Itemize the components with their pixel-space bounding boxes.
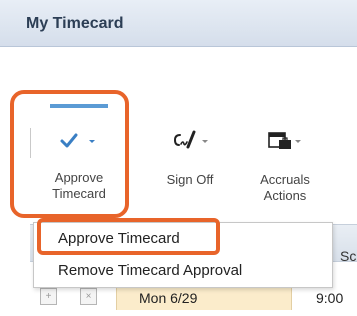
chevron-down-icon bbox=[202, 140, 208, 143]
window-title: My Timecard bbox=[26, 15, 124, 32]
active-indicator bbox=[50, 104, 108, 108]
add-row-button[interactable]: + bbox=[40, 288, 57, 305]
accruals-label-line1: Accruals bbox=[260, 172, 310, 187]
accruals-actions-label: Accruals Actions bbox=[245, 172, 325, 204]
accruals-label-line2: Actions bbox=[263, 188, 307, 203]
approve-label-line2: Timecard bbox=[52, 186, 106, 201]
check-icon bbox=[44, 126, 114, 156]
approve-dropdown-menu: Approve Timecard Remove Timecard Approva… bbox=[33, 222, 333, 288]
signature-icon bbox=[150, 126, 230, 156]
sign-off-label: Sign Off bbox=[166, 172, 214, 187]
menu-item-remove-approval[interactable]: Remove Timecard Approval bbox=[34, 257, 334, 285]
window-title-bar: My Timecard bbox=[0, 0, 357, 47]
remove-row-button[interactable]: × bbox=[80, 288, 97, 305]
calendar-briefcase-icon bbox=[245, 126, 325, 156]
time-cell[interactable]: 9:00 bbox=[292, 286, 357, 310]
chevron-down-icon bbox=[295, 140, 301, 143]
menu-item-approve-timecard[interactable]: Approve Timecard bbox=[34, 225, 334, 253]
date-cell[interactable]: Mon 6/29 bbox=[116, 286, 292, 310]
toolbar-divider bbox=[30, 128, 31, 158]
approve-label-line1: Approve bbox=[54, 170, 104, 185]
approve-timecard-label: Approve Timecard bbox=[44, 170, 114, 202]
chevron-down-icon bbox=[89, 140, 95, 143]
